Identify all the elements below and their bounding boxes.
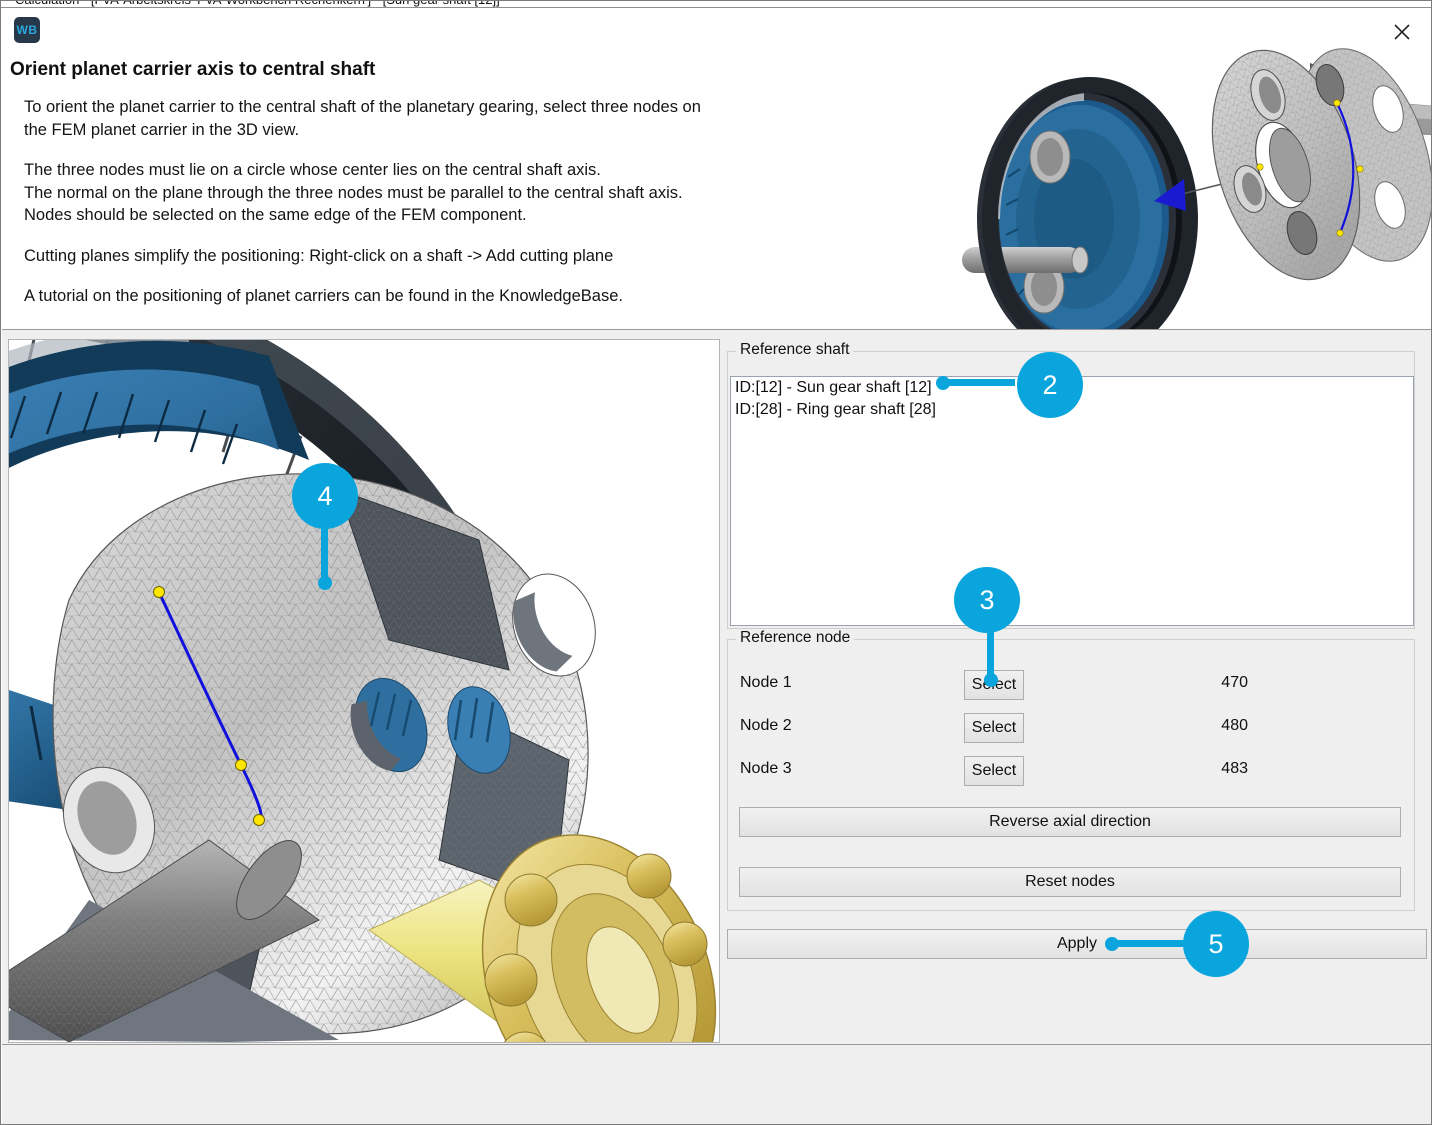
reference-node-group: Reference node Node 1 Select 470 Node 2 …	[727, 639, 1415, 911]
callout-4-anchor	[318, 576, 332, 590]
callout-badge-3: 3	[954, 567, 1020, 633]
node-marker	[1257, 164, 1263, 170]
node-3-value: 483	[1178, 760, 1248, 778]
callout-5-leader	[1111, 940, 1191, 947]
wizard-footer: < Back Next > Finish Cancel	[2, 1045, 1431, 1125]
reference-shaft-legend: Reference shaft	[736, 341, 853, 359]
node-1-label: Node 1	[740, 674, 792, 692]
node-row-2: Node 2 Select 480	[728, 713, 1414, 743]
dialog-header: WB Orient planet carrier axis to central…	[2, 9, 1431, 329]
window-title-text: Calculation - [FVA-Arbeitskreis 'FVA-Wor…	[15, 1, 500, 7]
callout-badge-4: 4	[292, 463, 358, 529]
viewport-3d[interactable]	[8, 339, 720, 1043]
header-description: To orient the planet carrier to the cent…	[24, 96, 724, 308]
callout-3-anchor	[984, 673, 998, 687]
node-marker	[1337, 230, 1343, 236]
node-2-value: 480	[1178, 717, 1248, 735]
node-3-select-button[interactable]: Select	[964, 756, 1024, 786]
header-paragraph-4: A tutorial on the positioning of planet …	[24, 285, 724, 308]
window-titlebar: Calculation - [FVA-Arbeitskreis 'FVA-Wor…	[1, 1, 1431, 8]
node-marker-2	[236, 760, 247, 771]
node-row-3: Node 3 Select 483	[728, 756, 1414, 786]
header-paragraph-3: Cutting planes simplify the positioning:…	[24, 245, 724, 268]
callout-4-leader	[321, 521, 328, 581]
callout-5-anchor	[1105, 937, 1119, 951]
header-paragraph-2: The three nodes must lie on a circle who…	[24, 159, 724, 227]
wizard-dialog: Calculation - [FVA-Arbeitskreis 'FVA-Wor…	[0, 0, 1432, 1125]
node-1-value: 470	[1178, 674, 1248, 692]
reference-node-legend: Reference node	[736, 629, 854, 647]
callout-2-leader	[943, 379, 1015, 386]
reference-shaft-list[interactable]: ID:[12] - Sun gear shaft [12] ID:[28] - …	[730, 376, 1414, 626]
node-marker-1	[154, 587, 165, 598]
app-logo-icon: WB	[14, 17, 40, 43]
header-paragraph-1: To orient the planet carrier to the cent…	[24, 96, 724, 141]
node-2-label: Node 2	[740, 717, 792, 735]
callout-2-anchor	[936, 376, 950, 390]
node-marker	[1357, 166, 1363, 172]
reverse-axial-direction-button[interactable]: Reverse axial direction	[739, 807, 1401, 837]
header-illustration	[932, 19, 1432, 337]
apply-button[interactable]: Apply	[727, 929, 1427, 959]
reset-nodes-button[interactable]: Reset nodes	[739, 867, 1401, 897]
node-marker	[1334, 100, 1340, 106]
node-2-select-button[interactable]: Select	[964, 713, 1024, 743]
node-row-1: Node 1 Select 470	[728, 670, 1414, 700]
callout-badge-5: 5	[1183, 911, 1249, 977]
callout-badge-2: 2	[1017, 352, 1083, 418]
page-title: Orient planet carrier axis to central sh…	[10, 59, 375, 81]
node-marker-3	[254, 815, 265, 826]
settings-panel: Reference shaft ID:[12] - Sun gear shaft…	[727, 339, 1427, 1043]
node-3-label: Node 3	[740, 760, 792, 778]
